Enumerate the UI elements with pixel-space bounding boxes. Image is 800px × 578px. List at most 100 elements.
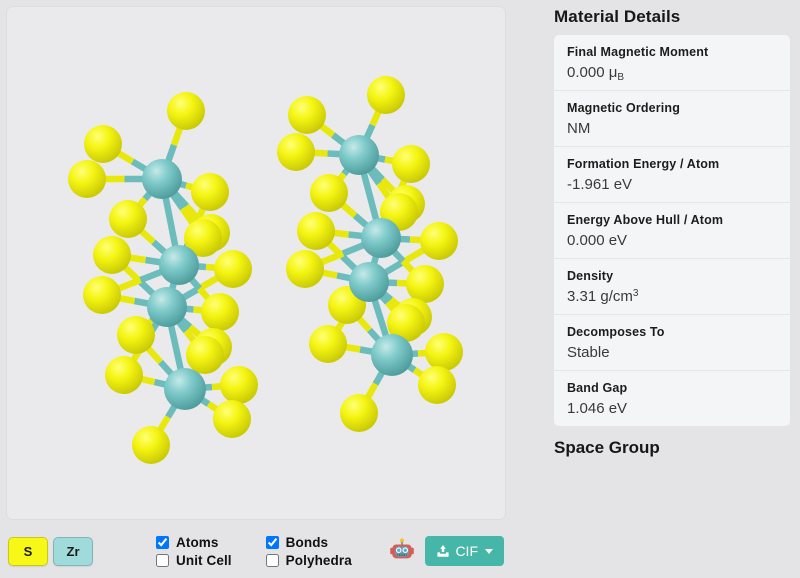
detail-label: Magnetic Ordering <box>567 101 680 115</box>
display-options-column-1: Atoms Unit Cell <box>156 534 232 569</box>
detail-value: 0.000 eV <box>567 232 628 249</box>
material-detail-page: S Zr Atoms Unit Cell Bonds Polyhedra CIF… <box>0 0 800 578</box>
space-group-title: Space Group <box>554 438 660 457</box>
detail-row: Density 3.31 g/cm3 <box>554 259 790 315</box>
atom-sulfur[interactable] <box>418 366 456 404</box>
atom-sulfur[interactable] <box>167 92 205 130</box>
option-row-bonds[interactable]: Bonds <box>265 534 352 551</box>
atom-sulfur[interactable] <box>117 316 155 354</box>
detail-number: -1.961 <box>567 176 610 193</box>
download-cif-button[interactable]: CIF <box>425 536 504 566</box>
option-row-unit-cell[interactable]: Unit Cell <box>156 552 232 569</box>
atom-sulfur[interactable] <box>84 125 122 163</box>
detail-number: 1.046 <box>567 400 605 417</box>
atom-sulfur[interactable] <box>191 173 229 211</box>
atom-zirconium[interactable] <box>142 159 182 199</box>
atoms-label[interactable]: Atoms <box>176 535 219 550</box>
structure-viewer-column: S Zr Atoms Unit Cell Bonds Polyhedra CIF <box>0 0 512 578</box>
detail-label: Density <box>567 269 614 283</box>
atom-sulfur[interactable] <box>186 336 224 374</box>
detail-label: Formation Energy / Atom <box>567 157 720 171</box>
detail-number: Stable <box>567 344 610 361</box>
atom-sulfur[interactable] <box>68 160 106 198</box>
atom-sulfur[interactable] <box>309 325 347 363</box>
atom-sulfur[interactable] <box>93 236 131 274</box>
detail-row: Decomposes To Stable <box>554 315 790 371</box>
detail-label: Decomposes To <box>567 325 665 339</box>
atom-sulfur[interactable] <box>420 222 458 260</box>
detail-value: -1.961 eV <box>567 176 633 193</box>
atom-sulfur[interactable] <box>201 293 239 331</box>
detail-number: 0.000 <box>567 64 605 81</box>
detail-value: 3.31 g/cm3 <box>567 288 639 305</box>
detail-label: Final Magnetic Moment <box>567 45 709 59</box>
download-cif-label: CIF <box>455 543 478 559</box>
detail-value: NM <box>567 120 777 137</box>
unit-superscript: 3 <box>632 288 639 299</box>
detail-row: Magnetic Ordering NM <box>554 91 790 147</box>
element-legend: S Zr <box>8 536 93 566</box>
unit-cell-checkbox[interactable] <box>156 553 169 567</box>
atom-zirconium[interactable] <box>164 368 206 410</box>
element-chip-zirconium[interactable]: Zr <box>53 536 93 566</box>
display-options-column-2: Bonds Polyhedra <box>265 534 352 569</box>
option-row-polyhedra[interactable]: Polyhedra <box>265 552 352 569</box>
atom-sulfur[interactable] <box>105 356 143 394</box>
atoms-checkbox[interactable] <box>156 535 169 549</box>
atom-sulfur[interactable] <box>220 366 258 404</box>
chevron-down-icon <box>485 548 493 554</box>
structure-scene[interactable] <box>7 7 505 519</box>
atom-sulfur[interactable] <box>286 250 324 288</box>
atom-sulfur[interactable] <box>109 200 147 238</box>
atom-zirconium[interactable] <box>371 334 413 376</box>
atom-sulfur[interactable] <box>214 250 252 288</box>
atom-sulfur[interactable] <box>310 174 348 212</box>
atom-zirconium[interactable] <box>147 287 187 327</box>
material-details-panel: Material Details Final Magnetic Moment 0.… <box>540 0 800 578</box>
detail-value: Stable <box>567 344 777 361</box>
element-chip-label: S <box>23 543 33 559</box>
robot-glyph <box>390 538 415 559</box>
detail-value: 0.000 μB <box>567 64 625 83</box>
detail-row: Formation Energy / Atom -1.961 eV <box>554 147 790 203</box>
atom-sulfur[interactable] <box>83 276 121 314</box>
material-details-title: Material Details <box>554 7 681 26</box>
save-download-icon <box>436 544 450 558</box>
detail-value: 1.046 eV <box>567 400 628 417</box>
option-row-atoms[interactable]: Atoms <box>156 534 232 551</box>
atom-sulfur[interactable] <box>277 133 315 171</box>
atom-zirconium[interactable] <box>159 245 199 285</box>
atom-sulfur[interactable] <box>213 400 251 438</box>
atom-sulfur[interactable] <box>406 265 444 303</box>
atom-sulfur[interactable] <box>367 76 405 114</box>
bonds-label[interactable]: Bonds <box>286 535 329 550</box>
detail-row: Energy Above Hull / Atom 0.000 eV <box>554 203 790 259</box>
atom-sulfur[interactable] <box>288 96 326 134</box>
detail-row: Band Gap 1.046 eV <box>554 371 790 426</box>
detail-label: Energy Above Hull / Atom <box>567 213 724 227</box>
detail-number: NM <box>567 120 591 137</box>
bonds-checkbox[interactable] <box>265 535 279 549</box>
atom-sulfur[interactable] <box>132 426 170 464</box>
atom-sulfur[interactable] <box>297 212 335 250</box>
polyhedra-checkbox[interactable] <box>265 553 279 567</box>
toolbar-actions: CIF <box>385 534 504 568</box>
crystal-structure-viewer[interactable] <box>6 6 506 520</box>
atom-zirconium[interactable] <box>349 262 389 302</box>
unit-subscript: B <box>617 72 625 83</box>
atom-zirconium[interactable] <box>339 135 379 175</box>
element-chip-label: Zr <box>66 543 80 559</box>
atom-sulfur[interactable] <box>340 394 378 432</box>
display-options: Atoms Unit Cell Bonds Polyhedra <box>156 534 352 569</box>
atom-sulfur[interactable] <box>425 333 463 371</box>
detail-label: Band Gap <box>567 381 628 395</box>
unit-cell-label[interactable]: Unit Cell <box>176 553 232 568</box>
detail-number: 0.000 <box>567 232 605 249</box>
atom-zirconium[interactable] <box>361 218 401 258</box>
detail-row: Final Magnetic Moment 0.000 μB <box>554 35 790 91</box>
robot-icon[interactable] <box>385 534 419 568</box>
viewer-toolbar: S Zr Atoms Unit Cell Bonds Polyhedra CIF <box>0 524 512 578</box>
element-chip-sulfur[interactable]: S <box>8 536 48 566</box>
atom-sulfur[interactable] <box>392 145 430 183</box>
polyhedra-label[interactable]: Polyhedra <box>286 553 352 568</box>
